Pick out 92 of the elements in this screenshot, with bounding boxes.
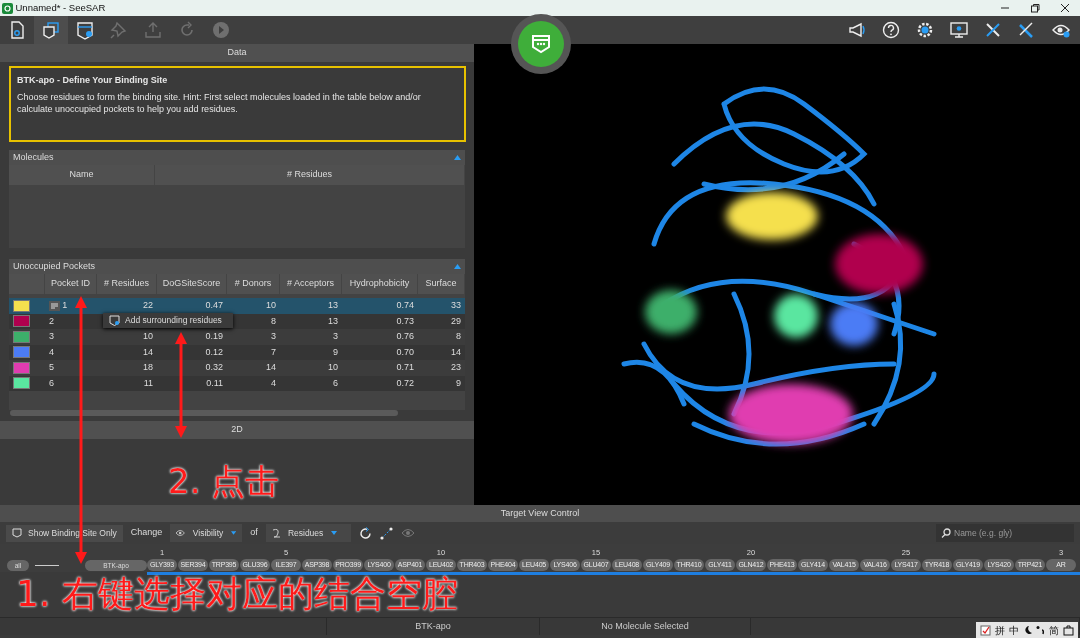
table-cell: 8 (271, 315, 276, 326)
context-menu[interactable]: Add surrounding residues (103, 313, 233, 328)
squiggle-icon (271, 528, 280, 538)
table-cell: 0.76 (396, 331, 414, 341)
table-cell: 6 (333, 377, 338, 388)
table-cell: 0.19 (205, 331, 223, 341)
punctuation-icon[interactable] (1036, 625, 1045, 635)
info-heading: BTK-apo - Define Your Binding Site (17, 74, 169, 87)
table-cell: 3 (333, 331, 338, 341)
table-cell: 0.73 (396, 315, 414, 326)
window-add-icon (109, 315, 120, 326)
table-cell: 0.32 (205, 362, 223, 372)
table-row[interactable]: 1 22 0.47 10 13 0.74 33 (9, 298, 465, 314)
residues-dropdown[interactable]: Residues (265, 524, 351, 542)
stacked-windows-icon[interactable] (41, 20, 61, 40)
table-cell: 6 (49, 376, 54, 390)
of-label: of (250, 526, 258, 540)
section-title: Unoccupied Pockets (13, 259, 96, 273)
table-cell: 8 (456, 331, 461, 341)
table-cell: 10 (143, 331, 153, 341)
panel-header: Data (0, 44, 474, 62)
annotation-text: 1. 右键选择对应的结合空腔 (16, 576, 458, 612)
list-menu-icon[interactable] (49, 300, 60, 311)
table-cell: 33 (451, 300, 461, 310)
search-icon (941, 528, 951, 538)
restore-icon[interactable] (1030, 3, 1040, 13)
eye-icon (176, 529, 185, 537)
table-cell-text: 5 (49, 361, 54, 374)
table-cell: 18 (143, 362, 153, 372)
status-text: BTK-apo (415, 619, 451, 633)
table-cell: 22 (143, 300, 153, 310)
monitor-icon[interactable] (948, 20, 969, 40)
table-cell: 0.12 (205, 346, 223, 357)
table-cell: 4 (49, 345, 54, 359)
ime-logo-icon[interactable] (980, 624, 991, 636)
table-cell: 29 (451, 315, 461, 326)
status-text: No Molecule Selected (601, 619, 689, 633)
toolbox-icon[interactable] (1063, 624, 1074, 636)
table-cell: 0.11 (206, 377, 223, 388)
moon-icon[interactable] (1023, 625, 1032, 635)
table-cell: 0.74 (396, 300, 414, 310)
table-cell-text: 1 (62, 299, 68, 312)
distance-icon[interactable] (379, 526, 393, 540)
app-icon (2, 2, 14, 14)
search-field[interactable]: Name (e.g. gly) (936, 524, 1074, 542)
section-title: Molecules (13, 150, 54, 164)
table-cell: 13 (328, 315, 338, 326)
table-cell: 11 (143, 377, 153, 388)
table-cell: 0.47 (205, 300, 223, 310)
panel-header: Target View Control (0, 505, 1080, 522)
panel-header: 2D (0, 421, 474, 439)
table-cell: 9 (333, 346, 338, 357)
ime-mode[interactable]: 简 (1049, 622, 1059, 638)
horizontal-scrollbar[interactable] (10, 410, 398, 416)
collapse-caret-icon[interactable] (454, 264, 461, 269)
close-icon[interactable] (1060, 3, 1070, 13)
table-cell: 0.72 (396, 377, 414, 388)
table-row[interactable]: 5 18 0.32 14 10 0.71 23 (9, 360, 465, 376)
table-cell: 14 (143, 346, 153, 357)
binding-site-icon (12, 528, 22, 538)
ime-mode[interactable]: 拼 (995, 622, 1005, 638)
caret-icon (231, 531, 237, 535)
table-cell: 13 (328, 300, 338, 310)
table-cell: 0.71 (396, 362, 414, 372)
collapse-caret-icon[interactable] (454, 155, 461, 160)
window-dots-icon (530, 33, 552, 55)
caret-icon (331, 531, 338, 535)
table-cell: 10 (266, 300, 276, 310)
window-title: Unnamed* - SeeSAR (15, 0, 106, 15)
table-cell: 23 (451, 362, 461, 372)
table-cell: 3 (271, 331, 276, 341)
table-cell: 9 (456, 377, 461, 388)
help-icon[interactable] (880, 20, 901, 40)
annotation-text: 2. 点击 (168, 464, 280, 498)
megaphone-icon[interactable] (846, 20, 867, 40)
table-cell: 10 (328, 362, 338, 372)
table-cell: 4 (271, 377, 276, 388)
visibility-dropdown[interactable]: Visibility (170, 524, 243, 542)
window-add-icon[interactable] (75, 20, 95, 40)
rotate-icon[interactable] (358, 526, 372, 540)
ime-mode[interactable]: 中 (1009, 622, 1019, 638)
table-cell-text: 3 (49, 330, 54, 343)
info-text: Choose residues to form the binding site. Hint: First select molecules loaded in the table below and/or calculate unoccupied pockets to help you add residues. (17, 90, 422, 115)
table-cell: 14 (451, 346, 461, 357)
table-cell: 7 (271, 346, 276, 357)
eye-gear-icon[interactable] (400, 527, 415, 539)
change-label: Change (130, 526, 163, 540)
table-cell: 0.70 (396, 346, 414, 357)
table-cell: 14 (266, 362, 276, 372)
table-cell: 2 (49, 314, 54, 328)
table-row[interactable]: 3 10 0.19 3 3 0.76 8 (9, 329, 465, 345)
protein-render-drawing[interactable] (621, 86, 937, 447)
